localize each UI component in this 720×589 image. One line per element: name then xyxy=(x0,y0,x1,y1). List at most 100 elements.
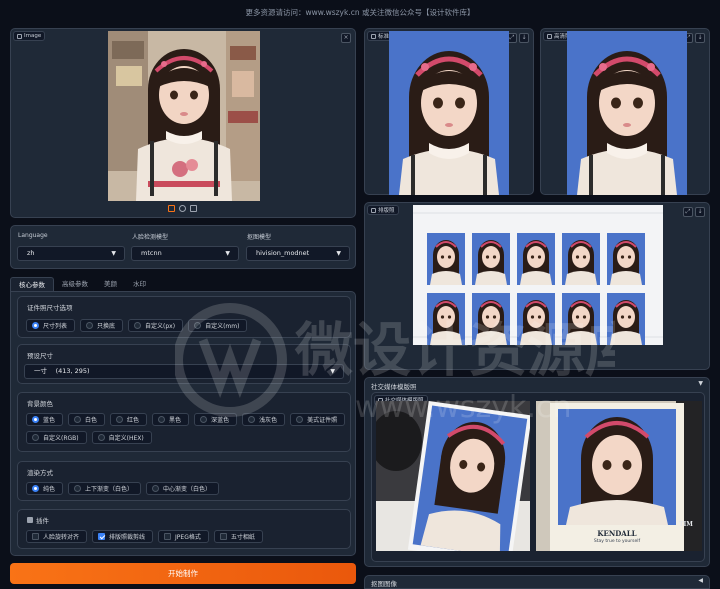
bg-color-us-id[interactable]: 美式证件照 xyxy=(290,413,346,426)
radio xyxy=(152,485,160,492)
chevron-down-icon: ▼ xyxy=(111,250,116,257)
radio xyxy=(296,416,304,423)
render-mode-group: 渲染方式 纯色 上下渐变（白色） 中心渐变（白色） xyxy=(17,461,351,501)
bg-color-label: 背景颜色 xyxy=(27,400,53,408)
bg-color-options: 蓝色 白色 红色 黑色 深蓝色 浅灰色 美式证件照 自定义(RGB) 自定义(H… xyxy=(26,413,348,444)
param-tabs: 核心参数 高级参数 美颜 水印 xyxy=(10,277,154,292)
chevron-down-icon: ▼ xyxy=(330,368,335,375)
fullscreen-button[interactable]: ⤢ xyxy=(683,207,693,217)
tab-beauty[interactable]: 美颜 xyxy=(96,277,125,292)
plugin-face-align[interactable]: 人脸旋转对齐 xyxy=(26,530,88,543)
bg-color-light-gray[interactable]: 浅灰色 xyxy=(242,413,286,426)
radio xyxy=(74,416,82,423)
bg-color-custom-rgb[interactable]: 自定义(RGB) xyxy=(26,431,87,444)
plugin-options: 人脸旋转对齐 排版照裁剪线 JPEG格式 五寸相纸 xyxy=(26,530,263,543)
social-template-accordion[interactable]: 社交媒体模版照 ▼ 社交媒体模版照 xyxy=(364,377,710,567)
upload-icon[interactable] xyxy=(168,205,175,212)
render-vertical-gradient[interactable]: 上下渐变（白色） xyxy=(68,482,142,495)
render-center-gradient[interactable]: 中心渐变（白色） xyxy=(146,482,220,495)
portrait-blue-bg xyxy=(399,51,499,195)
standard-photo xyxy=(389,31,509,195)
radio xyxy=(74,485,82,492)
tab-watermark[interactable]: 水印 xyxy=(125,277,154,292)
checkbox-checked xyxy=(98,533,106,540)
language-label: Language xyxy=(18,232,48,239)
radio xyxy=(248,416,256,423)
checkbox xyxy=(32,533,39,540)
card-subtitle: Stay true to yourself xyxy=(593,539,641,544)
bg-color-blue[interactable]: 蓝色 xyxy=(26,413,64,426)
image-icon xyxy=(547,33,552,39)
social-template-section-label: 社交媒体模版照 xyxy=(371,383,417,391)
layout-photo-panel: 排版照 ⤢ ↓ xyxy=(364,202,710,370)
plugins-group: 插件 人脸旋转对齐 排版照裁剪线 JPEG格式 五寸相纸 xyxy=(17,509,351,549)
download-button[interactable]: ↓ xyxy=(695,207,705,217)
close-button[interactable]: × xyxy=(341,33,351,43)
social-template-2[interactable]: KENDALL Stay true to yourself TIM xyxy=(536,401,702,551)
language-select[interactable]: zh ▼ xyxy=(17,246,125,261)
webcam-icon[interactable] xyxy=(190,205,197,212)
social-template-1[interactable] xyxy=(376,401,530,551)
expand-arrow-icon[interactable]: ◀ xyxy=(698,577,703,584)
preset-size-group: 预设尺寸 一寸 (413, 295) ▼ xyxy=(17,344,351,384)
chevron-down-icon: ▼ xyxy=(336,250,341,257)
bg-color-custom-hex[interactable]: 自定义(HEX) xyxy=(91,431,152,444)
plugins-label: 插件 xyxy=(27,515,49,525)
checkbox xyxy=(164,533,172,540)
radio xyxy=(116,416,124,423)
size-option-custom-mm[interactable]: 自定义(mm) xyxy=(188,319,248,332)
chevron-down-icon: ▼ xyxy=(225,250,230,257)
bg-color-white[interactable]: 白色 xyxy=(68,413,106,426)
image-icon xyxy=(371,33,376,39)
girl-room-photo xyxy=(108,31,260,201)
size-options-group: 证件照尺寸选项 尺寸列表 只换底 自定义(px) 自定义(mm) xyxy=(17,296,351,338)
collapse-arrow-icon[interactable]: ▼ xyxy=(698,380,703,387)
tab-advanced-params[interactable]: 高级参数 xyxy=(54,277,96,292)
radio xyxy=(134,322,142,329)
matting-model-select[interactable]: hivision_modnet ▼ xyxy=(246,246,350,261)
radio xyxy=(32,434,39,441)
checkbox xyxy=(219,533,227,540)
size-option-bg-only[interactable]: 只换底 xyxy=(80,319,124,332)
download-button[interactable]: ↓ xyxy=(695,33,705,43)
hd-photo-panel: 高清照 ⤢ ↓ xyxy=(540,28,710,195)
face-model-select[interactable]: mtcnn ▼ xyxy=(131,246,239,261)
radio-selected xyxy=(32,485,39,492)
size-options: 尺寸列表 只换底 自定义(px) 自定义(mm) xyxy=(26,319,248,332)
image-input-panel[interactable]: Image × xyxy=(10,28,356,218)
size-option-custom-px[interactable]: 自定义(px) xyxy=(128,319,184,332)
bg-color-black[interactable]: 黑色 xyxy=(152,413,190,426)
radio xyxy=(158,416,166,423)
radio-selected xyxy=(32,322,39,329)
size-option-list[interactable]: 尺寸列表 xyxy=(26,319,76,332)
core-params-panel: 证件照尺寸选项 尺寸列表 只换底 自定义(px) 自定义(mm) 预设尺寸 一寸… xyxy=(10,291,356,556)
layout-photo-tag: 排版照 xyxy=(367,205,399,215)
matting-image-accordion[interactable]: 抠图图像 ◀ xyxy=(364,575,710,589)
bg-color-group: 背景颜色 蓝色 白色 红色 黑色 深蓝色 浅灰色 美式证件照 自定义(RGB) … xyxy=(17,392,351,452)
radio xyxy=(97,434,105,441)
image-icon xyxy=(17,33,22,39)
radio xyxy=(194,322,202,329)
face-model-label: 人脸检测模型 xyxy=(132,234,169,241)
plugin-icon xyxy=(27,517,33,523)
render-mode-label: 渲染方式 xyxy=(27,469,53,477)
tab-core-params[interactable]: 核心参数 xyxy=(10,277,54,292)
bg-color-red[interactable]: 红色 xyxy=(110,413,148,426)
render-solid[interactable]: 纯色 xyxy=(26,482,64,495)
plugin-crop-lines[interactable]: 排版照裁剪线 xyxy=(92,530,154,543)
radio-selected xyxy=(32,416,39,423)
render-mode-options: 纯色 上下渐变（白色） 中心渐变（白色） xyxy=(26,482,220,495)
size-options-label: 证件照尺寸选项 xyxy=(27,304,73,312)
clipboard-icon[interactable] xyxy=(179,205,186,212)
image-panel-tag: Image xyxy=(13,31,46,41)
bg-color-dark-blue[interactable]: 深蓝色 xyxy=(194,413,238,426)
plugin-5inch-paper[interactable]: 五寸相纸 xyxy=(213,530,263,543)
download-button[interactable]: ↓ xyxy=(519,33,529,43)
preset-size-select[interactable]: 一寸 (413, 295) ▼ xyxy=(24,364,344,379)
plugin-jpeg[interactable]: JPEG格式 xyxy=(158,530,209,543)
layout-sheet xyxy=(413,205,663,346)
start-button[interactable]: 开始制作 xyxy=(10,563,356,584)
image-icon xyxy=(371,207,376,213)
social-template-panel: 社交媒体模版照 xyxy=(371,392,705,562)
standard-photo-panel: 标准照 ⤢ ↓ xyxy=(364,28,534,195)
